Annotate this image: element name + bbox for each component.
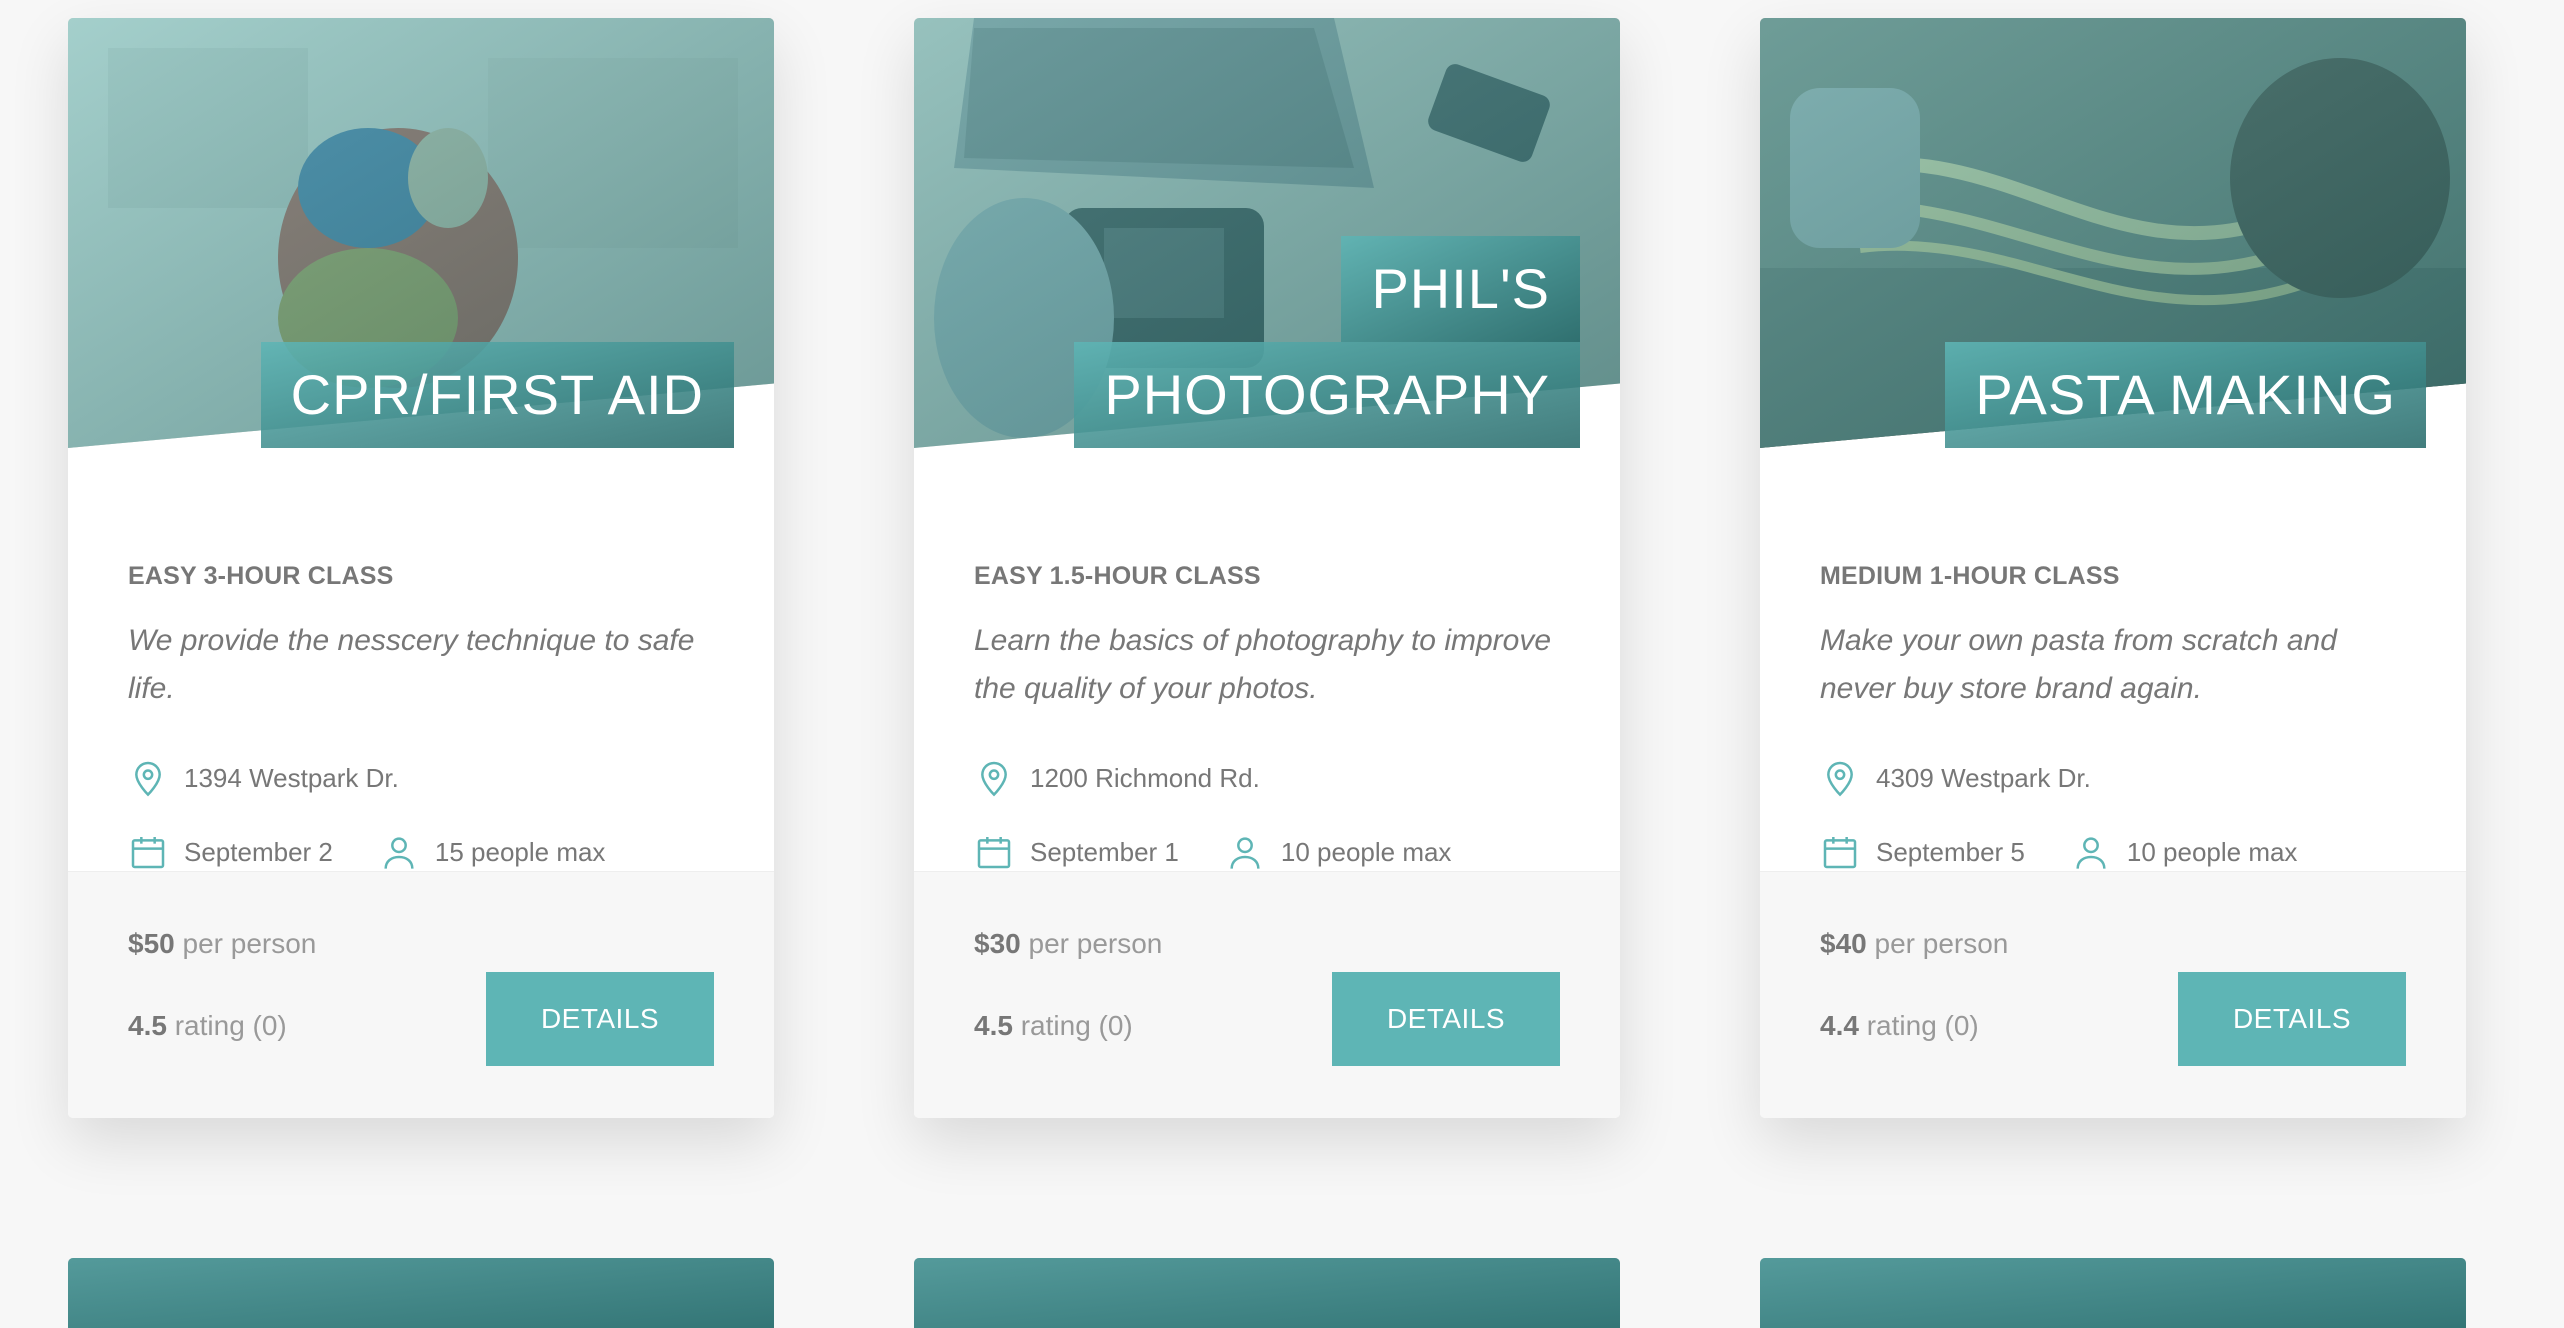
class-description: Make your own pasta from scratch and nev… bbox=[1820, 624, 2337, 705]
capacity-text: 10 people max bbox=[1280, 836, 1452, 867]
location-text: 1200 Richmond Rd. bbox=[1030, 762, 1260, 793]
rating-suffix: rating (0) bbox=[174, 1010, 287, 1041]
class-card: CPR/FIRST AID EASY 3-HOUR CLASS We provi… bbox=[68, 18, 774, 1118]
details-button[interactable]: DETAILS bbox=[1332, 972, 1560, 1066]
card-heading: CPR/FIRST AID bbox=[260, 342, 734, 448]
card-heading: PASTA MAKING bbox=[1945, 342, 2426, 448]
card-header: PHIL'S PHOTOGRAPHY bbox=[914, 18, 1620, 448]
class-meta: 4309 Westpark Dr. September 5 10 people … bbox=[1820, 741, 2380, 889]
meta-location: 1200 Richmond Rd. bbox=[974, 741, 1260, 815]
date-text: September 1 bbox=[1030, 836, 1179, 867]
next-class-card[interactable] bbox=[1760, 1258, 2466, 1328]
capacity-text: 10 people max bbox=[2126, 836, 2298, 867]
price: $40 per person bbox=[1820, 928, 2008, 960]
card-header: PASTA MAKING bbox=[1760, 18, 2466, 448]
card-heading-line: CPR/FIRST AID bbox=[260, 342, 734, 448]
next-class-card[interactable] bbox=[914, 1258, 1620, 1328]
card-footer: $40 per person 4.4 rating (0) DETAILS bbox=[1760, 871, 2466, 1118]
user-icon bbox=[1230, 837, 1260, 869]
details-button[interactable]: DETAILS bbox=[2178, 972, 2406, 1066]
date-text: September 5 bbox=[1876, 836, 2025, 867]
meta-location: 4309 Westpark Dr. bbox=[1820, 741, 2091, 815]
location-text: 1394 Westpark Dr. bbox=[184, 762, 399, 793]
class-meta: 1394 Westpark Dr. September 2 15 people … bbox=[128, 741, 688, 889]
price: $30 per person bbox=[974, 928, 1162, 960]
calendar-icon bbox=[131, 837, 165, 869]
calendar-icon bbox=[977, 837, 1011, 869]
capacity-text: 15 people max bbox=[434, 836, 606, 867]
price-suffix: per person bbox=[1028, 928, 1163, 959]
rating-value: 4.5 bbox=[128, 1010, 167, 1041]
class-description: We provide the nesscery technique to saf… bbox=[128, 624, 695, 705]
card-footer: $50 per person 4.5 rating (0) DETAILS bbox=[68, 871, 774, 1118]
next-class-card[interactable] bbox=[68, 1258, 774, 1328]
price-suffix: per person bbox=[1874, 928, 2009, 959]
card-body: MEDIUM 1-HOUR CLASS Make your own pasta … bbox=[1760, 448, 2466, 889]
rating: 4.4 rating (0) bbox=[1820, 1010, 1979, 1042]
user-icon bbox=[384, 837, 414, 869]
class-card: PHIL'S PHOTOGRAPHY EASY 1.5-HOUR CLASS L… bbox=[914, 18, 1620, 1118]
class-level: EASY 3-HOUR CLASS bbox=[128, 562, 394, 590]
price-value: $50 bbox=[128, 928, 175, 959]
class-level: MEDIUM 1-HOUR CLASS bbox=[1820, 562, 2120, 590]
rating-value: 4.4 bbox=[1820, 1010, 1859, 1041]
card-heading-line: PASTA MAKING bbox=[1945, 342, 2426, 448]
location-text: 4309 Westpark Dr. bbox=[1876, 762, 2091, 793]
rating-suffix: rating (0) bbox=[1866, 1010, 1979, 1041]
price-value: $40 bbox=[1820, 928, 1867, 959]
card-body: EASY 1.5-HOUR CLASS Learn the basics of … bbox=[914, 448, 1620, 889]
card-heading-line: PHOTOGRAPHY bbox=[1074, 342, 1580, 448]
price-suffix: per person bbox=[182, 928, 317, 959]
rating-suffix: rating (0) bbox=[1020, 1010, 1133, 1041]
details-button[interactable]: DETAILS bbox=[486, 972, 714, 1066]
card-footer: $30 per person 4.5 rating (0) DETAILS bbox=[914, 871, 1620, 1118]
card-header: CPR/FIRST AID bbox=[68, 18, 774, 448]
card-body: EASY 3-HOUR CLASS We provide the nesscer… bbox=[68, 448, 774, 889]
rating: 4.5 rating (0) bbox=[974, 1010, 1133, 1042]
class-meta: 1200 Richmond Rd. September 1 10 people … bbox=[974, 741, 1534, 889]
location-pin-icon bbox=[981, 761, 1007, 797]
price: $50 per person bbox=[128, 928, 316, 960]
date-text: September 2 bbox=[184, 836, 333, 867]
user-icon bbox=[2076, 837, 2106, 869]
calendar-icon bbox=[1823, 837, 1857, 869]
location-pin-icon bbox=[135, 761, 161, 797]
class-level: EASY 1.5-HOUR CLASS bbox=[974, 562, 1261, 590]
meta-location: 1394 Westpark Dr. bbox=[128, 741, 399, 815]
card-heading-line: PHIL'S bbox=[1341, 236, 1580, 342]
class-description: Learn the basics of photography to impro… bbox=[974, 624, 1552, 705]
card-heading: PHIL'S PHOTOGRAPHY bbox=[1074, 236, 1580, 448]
rating-value: 4.5 bbox=[974, 1010, 1013, 1041]
rating: 4.5 rating (0) bbox=[128, 1010, 287, 1042]
location-pin-icon bbox=[1827, 761, 1853, 797]
price-value: $30 bbox=[974, 928, 1021, 959]
class-card: PASTA MAKING MEDIUM 1-HOUR CLASS Make yo… bbox=[1760, 18, 2466, 1118]
